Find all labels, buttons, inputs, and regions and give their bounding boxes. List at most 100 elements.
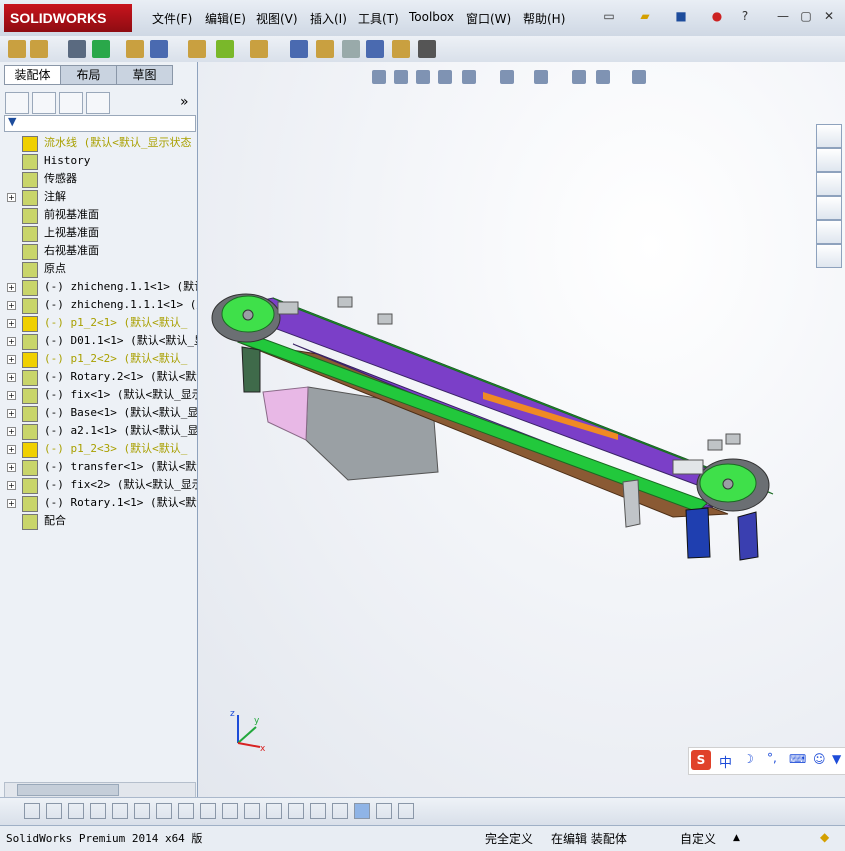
- tree-item[interactable]: 上视基准面: [0, 224, 197, 242]
- tree-item[interactable]: + 注解: [0, 188, 197, 206]
- view-tool-icon[interactable]: [534, 70, 548, 84]
- tree-item[interactable]: + (-) zhicheng.1.1<1> (默认<: [0, 278, 197, 296]
- tree-item[interactable]: + (-) transfer<1> (默认<默认_: [0, 458, 197, 476]
- tree-item[interactable]: + (-) Rotary.2<1> (默认<默认_: [0, 368, 197, 386]
- tree-item[interactable]: 右视基准面: [0, 242, 197, 260]
- sketch-tool-icon[interactable]: [90, 803, 106, 819]
- tree-item[interactable]: + (-) fix<2> (默认<默认_显示: [0, 476, 197, 494]
- help-icon[interactable]: ?: [736, 8, 754, 24]
- save-icon[interactable]: ■: [672, 8, 690, 24]
- menu-item[interactable]: 帮助(H): [523, 10, 565, 27]
- sketch-tool-icon[interactable]: [156, 803, 172, 819]
- toolbar-tool-icon[interactable]: [290, 40, 308, 58]
- sketch-tool-icon[interactable]: [266, 803, 282, 819]
- tree-item[interactable]: + (-) p1_2<3> (默认<默认_: [0, 440, 197, 458]
- tree-item[interactable]: + (-) zhicheng.1.1.1<1> (默认: [0, 296, 197, 314]
- appearances-icon[interactable]: [816, 220, 842, 244]
- expand-icon[interactable]: +: [7, 301, 16, 310]
- units-caret-icon[interactable]: ▲: [733, 833, 740, 843]
- toolbar-tool-icon[interactable]: [418, 40, 436, 58]
- expand-icon[interactable]: +: [7, 445, 16, 454]
- ime-language-toggle[interactable]: 中: [719, 752, 732, 771]
- featuremanager-tree-icon[interactable]: [5, 92, 29, 114]
- configuration-manager-icon[interactable]: [59, 92, 83, 114]
- sketch-tool-icon[interactable]: [46, 803, 62, 819]
- tree-item[interactable]: + (-) D01.1<1> (默认<默认_显: [0, 332, 197, 350]
- view-tool-icon[interactable]: [500, 70, 514, 84]
- view-tool-icon[interactable]: [394, 70, 408, 84]
- view-tool-icon[interactable]: [632, 70, 646, 84]
- view-tool-icon[interactable]: [572, 70, 586, 84]
- tree-item[interactable]: 流水线 (默认<默认_显示状态: [0, 134, 197, 152]
- menu-item[interactable]: Toolbox: [409, 10, 454, 24]
- punctuation-icon[interactable]: °,: [767, 751, 777, 765]
- user-icon[interactable]: ☺: [813, 752, 826, 766]
- tree-item[interactable]: + (-) fix<1> (默认<默认_显示: [0, 386, 197, 404]
- tree-item[interactable]: History: [0, 152, 197, 170]
- panel-expand-button[interactable]: »: [180, 94, 189, 110]
- toolbar-tool-icon[interactable]: [188, 40, 206, 58]
- tree-item[interactable]: 配合: [0, 512, 197, 530]
- sketch-tool-icon[interactable]: [222, 803, 238, 819]
- rebuild-status-icon[interactable]: ◆: [820, 830, 829, 844]
- view-tool-icon[interactable]: [596, 70, 610, 84]
- new-document-icon[interactable]: ▭: [600, 8, 618, 24]
- expand-icon[interactable]: +: [7, 319, 16, 328]
- expand-icon[interactable]: +: [7, 499, 16, 508]
- tree-item[interactable]: 原点: [0, 260, 197, 278]
- tree-filter-input[interactable]: ▼: [4, 115, 196, 132]
- menu-item[interactable]: 窗口(W): [466, 10, 511, 27]
- view-tool-icon[interactable]: [462, 70, 476, 84]
- restore-icon[interactable]: ▢: [797, 8, 815, 24]
- sketch-tool-icon[interactable]: [244, 803, 260, 819]
- expand-icon[interactable]: +: [7, 373, 16, 382]
- rebuild-icon[interactable]: ●: [708, 8, 726, 24]
- toolbar-tool-icon[interactable]: [30, 40, 48, 58]
- sketch-tool-icon[interactable]: [354, 803, 370, 819]
- expand-icon[interactable]: +: [7, 337, 16, 346]
- menu-item[interactable]: 工具(T): [358, 10, 399, 27]
- sketch-tool-icon[interactable]: [112, 803, 128, 819]
- expand-icon[interactable]: +: [7, 193, 16, 202]
- tree-item[interactable]: + (-) Rotary.1<1> (默认<默认_: [0, 494, 197, 512]
- sketch-tool-icon[interactable]: [200, 803, 216, 819]
- display-manager-icon[interactable]: [86, 92, 110, 114]
- toolbar-tool-icon[interactable]: [216, 40, 234, 58]
- expand-icon[interactable]: +: [7, 283, 16, 292]
- tab-layout[interactable]: 布局: [60, 65, 117, 85]
- menu-item[interactable]: 编辑(E): [205, 10, 246, 27]
- toolbar-tool-icon[interactable]: [126, 40, 144, 58]
- solidworks-logo[interactable]: SOLIDWORKS: [4, 4, 132, 32]
- menu-item[interactable]: 视图(V): [256, 10, 298, 27]
- expand-icon[interactable]: +: [7, 481, 16, 490]
- toolbar-tool-icon[interactable]: [342, 40, 360, 58]
- shirt-icon[interactable]: ▼: [832, 752, 841, 766]
- expand-icon[interactable]: +: [7, 463, 16, 472]
- tree-item[interactable]: + (-) a2.1<1> (默认<默认_显: [0, 422, 197, 440]
- tab-assembly[interactable]: 装配体: [4, 65, 61, 85]
- sketch-tool-icon[interactable]: [68, 803, 84, 819]
- graphics-area[interactable]: z y x: [198, 62, 845, 797]
- toolbar-tool-icon[interactable]: [68, 40, 86, 58]
- view-tool-icon[interactable]: [416, 70, 430, 84]
- toolbar-tool-icon[interactable]: [250, 40, 268, 58]
- toolbar-tool-icon[interactable]: [8, 40, 26, 58]
- property-manager-icon[interactable]: [32, 92, 56, 114]
- design-library-icon[interactable]: [816, 148, 842, 172]
- sketch-tool-icon[interactable]: [310, 803, 326, 819]
- view-tool-icon[interactable]: [372, 70, 386, 84]
- minimize-icon[interactable]: —: [774, 8, 792, 24]
- expand-icon[interactable]: +: [7, 355, 16, 364]
- view-palette-icon[interactable]: [816, 196, 842, 220]
- toolbar-tool-icon[interactable]: [392, 40, 410, 58]
- units-dropdown[interactable]: 自定义: [680, 830, 716, 847]
- tree-item[interactable]: + (-) p1_2<1> (默认<默认_: [0, 314, 197, 332]
- toolbar-tool-icon[interactable]: [316, 40, 334, 58]
- custom-properties-icon[interactable]: [816, 244, 842, 268]
- tree-item[interactable]: + (-) p1_2<2> (默认<默认_: [0, 350, 197, 368]
- menu-item[interactable]: 插入(I): [310, 10, 347, 27]
- sogou-icon[interactable]: S: [691, 750, 711, 770]
- tree-item[interactable]: 传感器: [0, 170, 197, 188]
- toolbar-tool-icon[interactable]: [366, 40, 384, 58]
- horizontal-scrollbar[interactable]: [4, 782, 196, 798]
